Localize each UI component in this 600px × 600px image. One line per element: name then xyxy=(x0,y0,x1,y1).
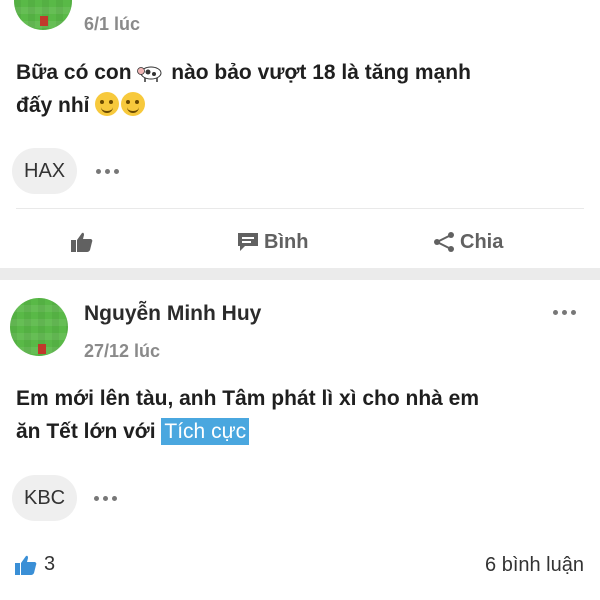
post-card: Nguyễn Minh Huy 27/12 lúc Em mới lên tàu… xyxy=(0,280,600,600)
divider xyxy=(16,208,584,209)
content-text: Em mới lên tàu, anh Tâm phát lì xì cho n… xyxy=(16,387,480,410)
like-count[interactable]: 3 xyxy=(14,553,55,576)
comment-count[interactable]: 6 bình luận xyxy=(485,554,584,577)
comment-button[interactable]: Bình xyxy=(236,226,308,258)
sentiment-badge: Tích cực xyxy=(161,418,250,445)
woozy-emoji xyxy=(95,92,120,116)
like-count-value: 3 xyxy=(44,553,56,575)
cow-emoji xyxy=(137,66,162,82)
share-label: Chia xyxy=(460,230,504,253)
content-text: nào bảo vượt 18 là tăng mạnh xyxy=(171,61,471,84)
post-time: 6/1 lúc xyxy=(84,14,141,34)
content-text: đấy nhỉ xyxy=(16,94,90,117)
post-time: 27/12 lúc xyxy=(84,341,161,361)
content-text: ăn Tết lớn với xyxy=(16,420,156,443)
share-button[interactable]: Chia xyxy=(432,226,503,258)
share-icon xyxy=(434,232,454,252)
post-content: Bữa có con nào bảo vượt 18 là tăng mạnh … xyxy=(16,56,584,122)
post-card: 6/1 lúc Bữa có con nào bảo vượt 18 là tă… xyxy=(0,0,600,268)
stock-tag[interactable]: HAX xyxy=(12,148,78,194)
content-text: Bữa có con xyxy=(16,61,132,84)
stock-tag[interactable]: KBC xyxy=(12,475,78,521)
post-separator xyxy=(0,268,600,280)
author-name[interactable]: Nguyễn Minh Huy xyxy=(84,302,261,326)
thumbs-up-icon xyxy=(71,232,93,252)
more-icon[interactable] xyxy=(96,167,122,175)
more-icon[interactable] xyxy=(94,494,120,502)
thumbs-up-icon xyxy=(15,555,37,575)
woozy-emoji xyxy=(121,92,146,116)
avatar[interactable] xyxy=(10,298,68,356)
post-content: Em mới lên tàu, anh Tâm phát lì xì cho n… xyxy=(16,382,584,448)
like-button[interactable] xyxy=(70,226,98,258)
comment-icon xyxy=(238,233,258,251)
comment-label: Bình xyxy=(264,230,309,253)
avatar[interactable] xyxy=(14,0,72,30)
more-icon[interactable] xyxy=(553,308,579,316)
